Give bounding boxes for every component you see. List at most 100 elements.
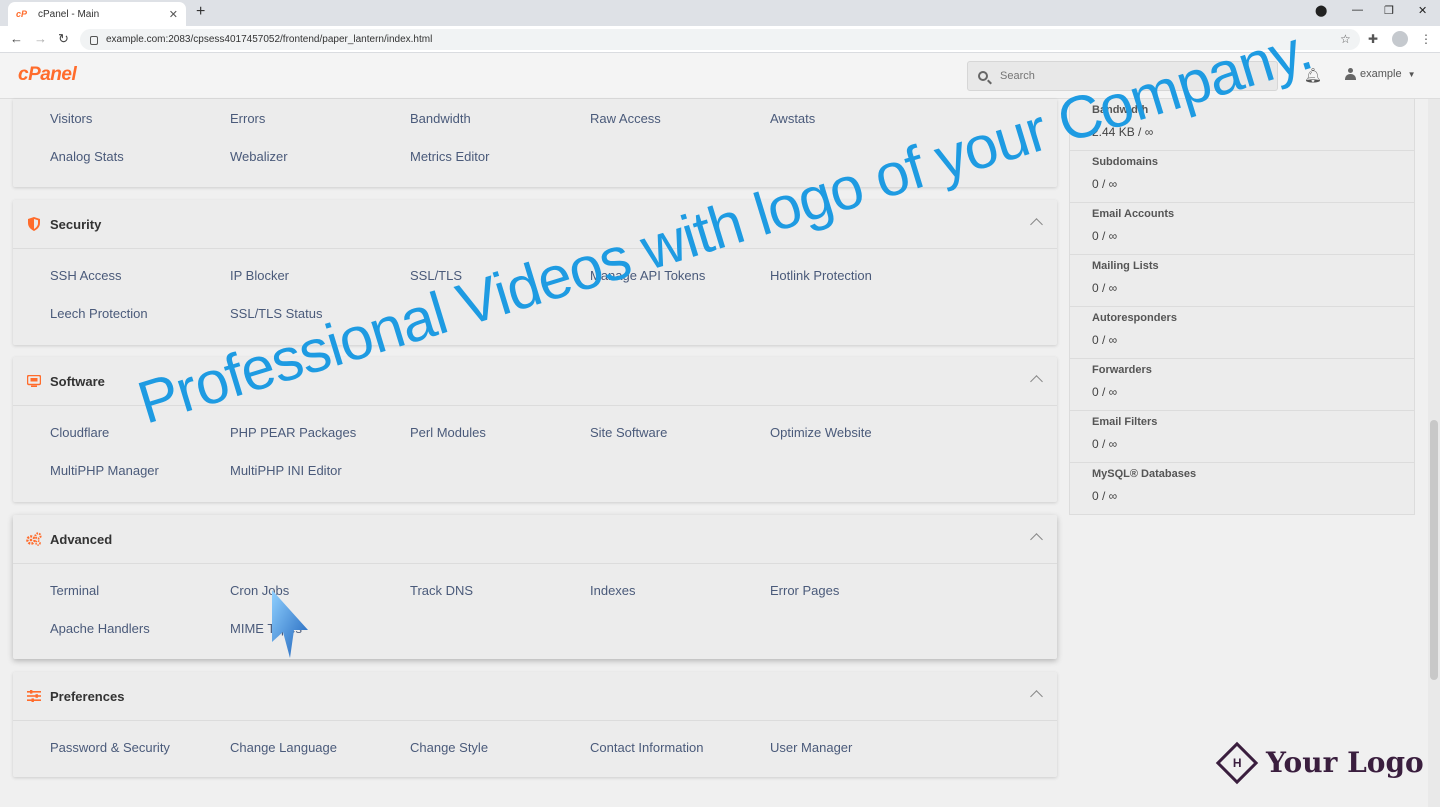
link-change-language[interactable]: Change Language xyxy=(230,740,337,755)
link-error-pages[interactable]: Error Pages xyxy=(770,583,839,598)
chevron-up-icon[interactable] xyxy=(1030,375,1043,388)
link-optimize-website[interactable]: Optimize Website xyxy=(770,425,872,440)
logo-text: Your Logo xyxy=(1266,746,1424,779)
panel-header-software[interactable]: Software xyxy=(13,357,1057,406)
stat-label: Email Accounts xyxy=(1092,208,1175,220)
stat-mailing-lists: Mailing Lists 0 / ∞ xyxy=(1069,255,1415,307)
link-ssh-access[interactable]: SSH Access xyxy=(50,268,122,283)
stat-value: 0 / ∞ xyxy=(1092,489,1118,503)
link-indexes[interactable]: Indexes xyxy=(590,583,636,598)
tab-title: cPanel - Main xyxy=(38,8,100,20)
shield-icon xyxy=(26,216,42,232)
panel-header-preferences[interactable]: Preferences xyxy=(13,672,1057,721)
user-icon xyxy=(1345,68,1356,80)
stat-label: MySQL® Databases xyxy=(1092,468,1197,480)
minimize-icon[interactable]: — xyxy=(1352,4,1363,16)
bell-icon[interactable]: 🔔︎ xyxy=(1304,67,1322,84)
link-ssl-tls-status[interactable]: SSL/TLS Status xyxy=(230,306,323,321)
chevron-up-icon[interactable] xyxy=(1030,218,1043,231)
stat-value: 2.44 KB / ∞ xyxy=(1092,125,1154,139)
link-contact-information[interactable]: Contact Information xyxy=(590,740,703,755)
stat-value: 0 / ∞ xyxy=(1092,229,1118,243)
panel-security: Security SSH Access IP Blocker SSL/TLS M… xyxy=(13,200,1057,345)
company-logo: H Your Logo xyxy=(1215,741,1424,784)
link-raw-access[interactable]: Raw Access xyxy=(590,111,661,126)
browser-profile-avatar[interactable] xyxy=(1392,31,1408,47)
link-apache-handlers[interactable]: Apache Handlers xyxy=(50,621,150,636)
section-title-advanced: Advanced xyxy=(50,531,113,547)
search-input[interactable] xyxy=(1000,70,1250,82)
link-track-dns[interactable]: Track DNS xyxy=(410,583,473,598)
stat-label: Autoresponders xyxy=(1092,312,1177,324)
link-change-style[interactable]: Change Style xyxy=(410,740,488,755)
search-box[interactable] xyxy=(967,61,1278,91)
link-ip-blocker[interactable]: IP Blocker xyxy=(230,268,289,283)
link-bandwidth[interactable]: Bandwidth xyxy=(410,111,471,126)
section-title-security: Security xyxy=(50,216,102,232)
link-multiphp-ini-editor[interactable]: MultiPHP INI Editor xyxy=(230,463,342,478)
bookmark-star-icon[interactable]: ☆ xyxy=(1340,32,1351,46)
gears-icon xyxy=(26,531,42,547)
stat-label: Forwarders xyxy=(1092,364,1152,376)
link-awstats[interactable]: Awstats xyxy=(770,111,815,126)
window-close-icon[interactable]: ✕ xyxy=(1418,4,1427,17)
more-menu-icon[interactable]: ⋮ xyxy=(1420,32,1432,46)
stat-subdomains: Subdomains 0 / ∞ xyxy=(1069,151,1415,203)
browser-tab[interactable]: cP cPanel - Main ✕ xyxy=(8,2,186,26)
panel-software: Software Cloudflare PHP PEAR Packages Pe… xyxy=(13,357,1057,502)
section-title-software: Software xyxy=(50,373,105,389)
panel-metrics: Visitors Errors Bandwidth Raw Access Aws… xyxy=(13,99,1057,187)
reload-icon[interactable]: ↻ xyxy=(58,31,69,47)
link-analog-stats[interactable]: Analog Stats xyxy=(50,149,124,164)
stat-label: Email Filters xyxy=(1092,416,1158,428)
link-perl-modules[interactable]: Perl Modules xyxy=(410,425,486,440)
stat-value: 0 / ∞ xyxy=(1092,385,1118,399)
stat-value: 0 / ∞ xyxy=(1092,333,1118,347)
address-bar[interactable]: example.com:2083/cpsess4017457052/fronte… xyxy=(80,29,1360,50)
link-leech-protection[interactable]: Leech Protection xyxy=(50,306,148,321)
chevron-up-icon[interactable] xyxy=(1030,690,1043,703)
forward-icon[interactable]: → xyxy=(34,31,47,46)
link-webalizer[interactable]: Webalizer xyxy=(230,149,288,164)
page-scrollbar-thumb[interactable] xyxy=(1430,420,1438,680)
link-php-pear-packages[interactable]: PHP PEAR Packages xyxy=(230,425,356,440)
username: example xyxy=(1360,68,1402,80)
link-site-software[interactable]: Site Software xyxy=(590,425,667,440)
stat-label: Bandwidth xyxy=(1092,104,1149,116)
stat-forwarders: Forwarders 0 / ∞ xyxy=(1069,359,1415,411)
stat-label: Subdomains xyxy=(1092,156,1159,168)
stat-email-filters: Email Filters 0 / ∞ xyxy=(1069,411,1415,463)
mouse-cursor-icon xyxy=(272,590,308,658)
link-user-manager[interactable]: User Manager xyxy=(770,740,852,755)
stat-value: 0 / ∞ xyxy=(1092,177,1118,191)
link-manage-api-tokens[interactable]: Manage API Tokens xyxy=(590,268,705,283)
link-visitors[interactable]: Visitors xyxy=(50,111,92,126)
link-errors[interactable]: Errors xyxy=(230,111,265,126)
chevron-up-icon[interactable] xyxy=(1030,533,1043,546)
search-icon xyxy=(978,71,988,81)
link-password-security[interactable]: Password & Security xyxy=(50,740,170,755)
close-icon[interactable]: ✕ xyxy=(169,8,178,21)
link-hotlink-protection[interactable]: Hotlink Protection xyxy=(770,268,872,283)
link-metrics-editor[interactable]: Metrics Editor xyxy=(410,149,489,164)
stat-bandwidth: Bandwidth 2.44 KB / ∞ xyxy=(1069,99,1415,151)
restore-icon[interactable]: ❐ xyxy=(1384,4,1394,17)
stat-email-accounts: Email Accounts 0 / ∞ xyxy=(1069,203,1415,255)
link-terminal[interactable]: Terminal xyxy=(50,583,99,598)
profile-menu-icon[interactable]: ⬤ xyxy=(1315,4,1327,17)
cpanel-logo[interactable]: cPanel xyxy=(18,64,77,86)
panel-header-advanced[interactable]: Advanced xyxy=(13,515,1057,564)
link-ssl-tls[interactable]: SSL/TLS xyxy=(410,268,462,283)
cpanel-favicon-icon: cP xyxy=(16,9,28,19)
panel-header-security[interactable]: Security xyxy=(13,200,1057,249)
extensions-icon[interactable]: ✚ xyxy=(1368,32,1378,46)
link-multiphp-manager[interactable]: MultiPHP Manager xyxy=(50,463,159,478)
link-cloudflare[interactable]: Cloudflare xyxy=(50,425,109,440)
new-tab-icon[interactable]: + xyxy=(196,3,205,21)
user-menu[interactable]: example ▼ xyxy=(1345,68,1416,80)
sliders-icon xyxy=(26,688,42,704)
section-title-preferences: Preferences xyxy=(50,688,125,704)
back-icon[interactable]: ← xyxy=(10,31,23,46)
stat-value: 0 / ∞ xyxy=(1092,437,1118,451)
caret-down-icon: ▼ xyxy=(1407,69,1416,79)
